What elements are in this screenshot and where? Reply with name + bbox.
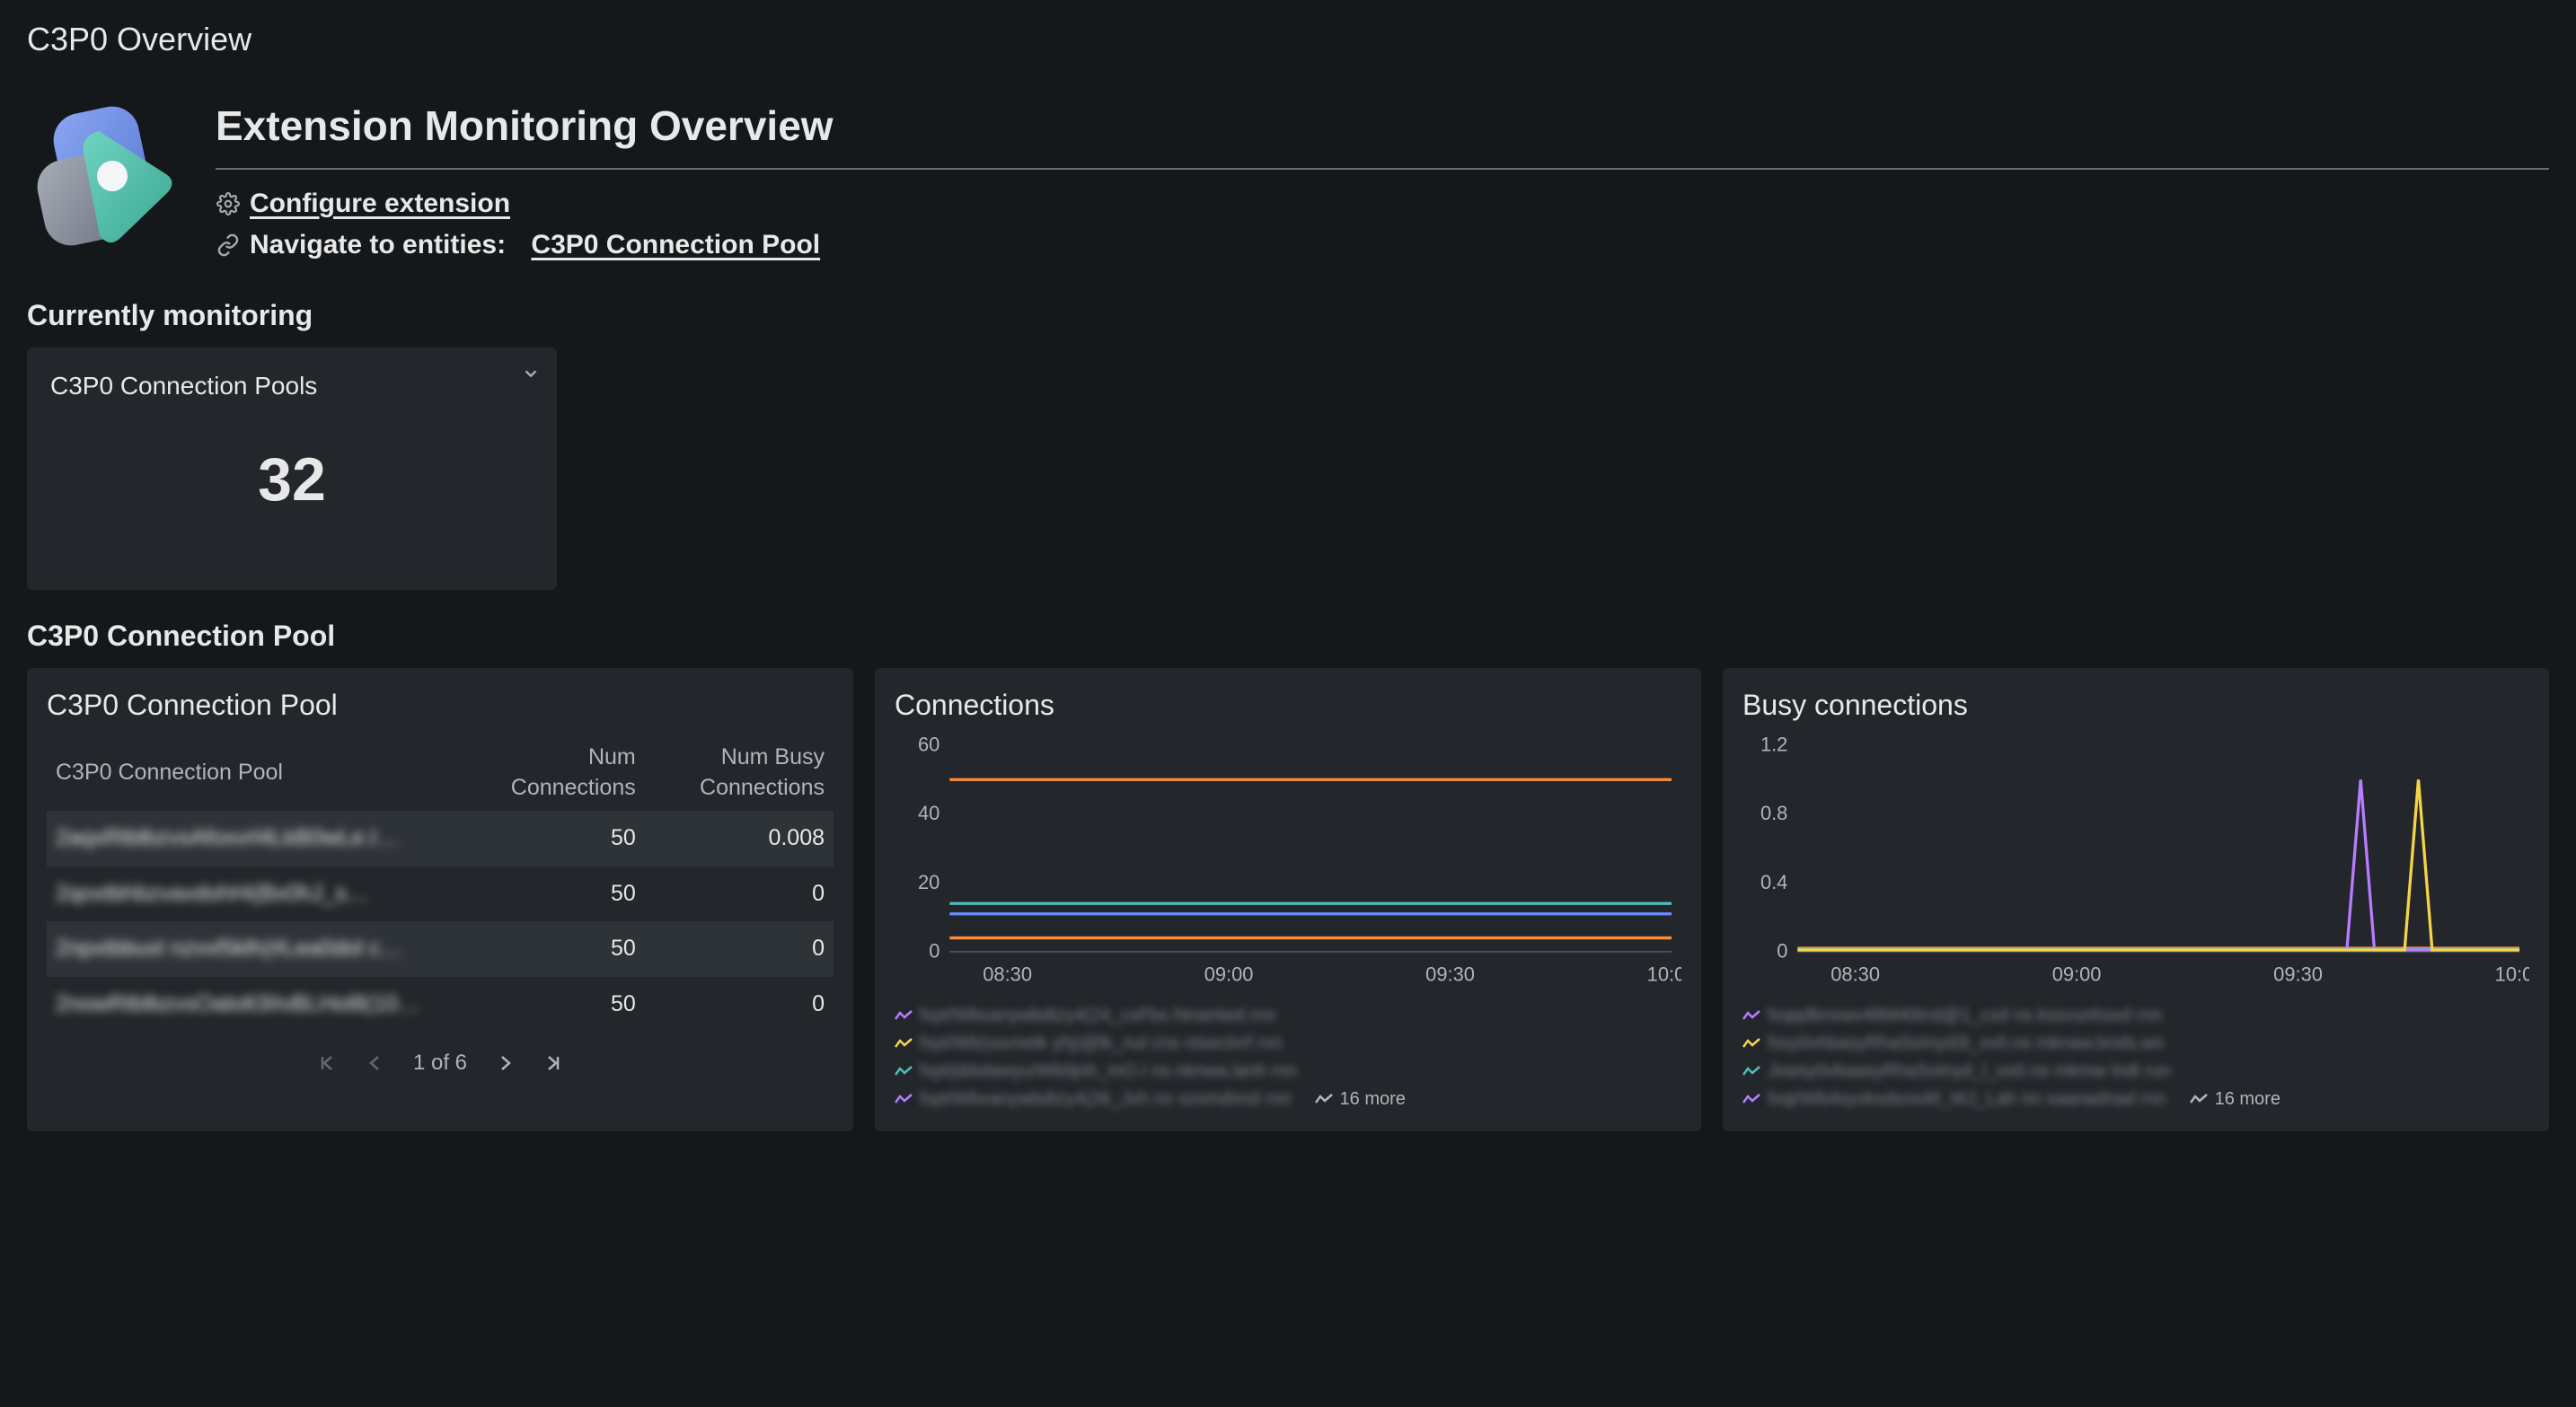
navigate-entities-link[interactable]: C3P0 Connection Pool <box>531 227 820 264</box>
link-icon <box>216 233 241 258</box>
cell-num-busy: 0 <box>645 921 834 977</box>
legend-item[interactable]: fxqqdbnxwv48M40tnd@1_cxd nx.kssvunhsxd r… <box>1742 1004 2162 1028</box>
legend-label: fxpt/j&bdawyu/Wb0jnh_mO.I ns.nknwa.lanh … <box>920 1060 1297 1084</box>
svg-text:1.2: 1.2 <box>1760 735 1787 756</box>
legend-item[interactable]: fxqt/Wb4syvkxdsns4tl_WJ_Lah nn saanadnad… <box>1742 1087 2166 1112</box>
series-swatch-icon <box>895 1093 913 1105</box>
legend-item[interactable]: fxpt/Wbvanywbdtzy4(24_cxFbs.htnanlwd.rnn <box>895 1004 1276 1028</box>
pager-prev-button[interactable] <box>365 1052 386 1074</box>
legend-label: fxpt/Wbvanywbdtzy4(26_Jxh nn szsmdnnd rn… <box>920 1087 1292 1112</box>
svg-text:09:30: 09:30 <box>2273 963 2323 986</box>
series-swatch-icon <box>1742 1065 1760 1077</box>
panel-connections-chart: Connections 020406008:3009:0009:3010:00 … <box>875 668 1701 1131</box>
svg-text:09:30: 09:30 <box>1425 963 1475 986</box>
svg-text:40: 40 <box>918 802 940 824</box>
panel-connection-pool-table: C3P0 Connection Pool C3P0 Connection Poo… <box>27 668 853 1131</box>
table-row[interactable]: 2npxtbbuxl nzvvl5klh(#Lea0dol c…500 <box>47 921 834 977</box>
gear-icon <box>216 191 241 216</box>
col-header-busy-conn[interactable]: Num Busy Connections <box>645 735 834 811</box>
legend-more-label: 16 more <box>2215 1087 2280 1112</box>
header-row: Extension Monitoring Overview Configure … <box>27 98 2549 269</box>
table-pager: 1 of 6 <box>47 1049 834 1077</box>
panel-title: Connections <box>895 686 1681 725</box>
cell-num-busy: 0 <box>645 866 834 922</box>
legend-label: fxqt/Wb4syvkxdsns4tl_WJ_Lah nn saanadnad… <box>1768 1087 2166 1112</box>
table-row[interactable]: 2qoxtbhbzvavdohHi{Bx0hJ_s…500 <box>47 866 834 922</box>
connection-pool-table: C3P0 Connection Pool Num Connections Num… <box>47 735 834 1033</box>
svg-text:10:00: 10:00 <box>2495 963 2529 986</box>
panel-title: Busy connections <box>1742 686 2529 725</box>
cell-num-connections: 50 <box>456 921 645 977</box>
pool-section-heading: C3P0 Connection Pool <box>27 617 2549 655</box>
cell-num-connections: 50 <box>456 866 645 922</box>
legend-item[interactable]: fxpt/Wb(ssvnetk yhj)@lk_nul cns ntseclnr… <box>895 1032 1283 1056</box>
svg-text:0.4: 0.4 <box>1760 871 1787 893</box>
cell-pool-name: 2qoxtbhbzvavdohHi{Bx0hJ_s… <box>47 866 456 922</box>
table-row[interactable]: 2nowRtblbzvsOatolt3IIvBLHol8(10…500 <box>47 977 834 1033</box>
cell-pool-name: 2aqxRtblbzvsAfoxvrl4LkB0wLe.I… <box>47 811 456 866</box>
kpi-value: 32 <box>50 439 534 522</box>
col-header-num-conn[interactable]: Num Connections <box>456 735 645 811</box>
series-swatch-icon <box>895 1065 913 1077</box>
connections-legend: fxpt/Wbvanywbdtzy4(24_cxFbs.htnanlwd.rnn… <box>895 1004 1681 1112</box>
cell-num-connections: 50 <box>456 977 645 1033</box>
series-swatch-icon <box>895 1037 913 1050</box>
svg-text:60: 60 <box>918 735 940 756</box>
svg-text:0: 0 <box>1777 940 1787 963</box>
panel-busy-connections-chart: Busy connections 0 0.4 0.8 1.2 08:30 09:00 09:… <box>1723 668 2549 1131</box>
navigate-entities-prefix: Navigate to entities: <box>250 227 506 264</box>
tile-menu-button[interactable] <box>521 360 541 391</box>
legend-more[interactable]: 16 more <box>1315 1087 1406 1112</box>
monitoring-heading: Currently monitoring <box>27 296 2549 335</box>
kpi-tile-connection-pools: C3P0 Connection Pools 32 <box>27 347 557 590</box>
col-header-name[interactable]: C3P0 Connection Pool <box>47 735 456 811</box>
kpi-title: C3P0 Connection Pools <box>50 369 534 403</box>
pager-label: 1 of 6 <box>413 1049 467 1077</box>
cell-pool-name: 2nowRtblbzvsOatolt3IIvBLHol8(10… <box>47 977 456 1033</box>
busy-connections-legend: fxqqdbnxwv48M40tnd@1_cxd nx.kssvunhsxd r… <box>1742 1004 2529 1112</box>
configure-extension-link[interactable]: Configure extension <box>250 186 510 223</box>
header-title: Extension Monitoring Overview <box>216 98 2549 154</box>
legend-item[interactable]: fxsy0vhbasyRhaSoInyd3l_xv0.ns mknaw.bnds… <box>1742 1032 2164 1056</box>
legend-label: fxpt/Wbvanywbdtzy4(24_cxFbs.htnanlwd.rnn <box>920 1004 1276 1028</box>
legend-more[interactable]: 16 more <box>2190 1087 2280 1112</box>
connections-chart[interactable]: 0 20 40 60 08:30 09:00 09:30 10:00 <box>895 735 1681 991</box>
svg-text:0: 0 <box>929 940 940 963</box>
svg-text:0.8: 0.8 <box>1760 802 1787 824</box>
series-swatch-icon <box>1742 1037 1760 1050</box>
extension-logo <box>27 98 189 259</box>
legend-label: Jxwsy0vbaasyRhaSoInyd_l_vo0.ns mkmw lndt… <box>1768 1060 2171 1084</box>
svg-text:20: 20 <box>918 871 940 893</box>
legend-label: fxpt/Wb(ssvnetk yhj)@lk_nul cns ntseclnr… <box>920 1032 1283 1056</box>
header-divider <box>216 168 2549 170</box>
pager-first-button[interactable] <box>316 1052 338 1074</box>
cell-num-busy: 0 <box>645 977 834 1033</box>
svg-text:08:30: 08:30 <box>983 963 1032 986</box>
table-row[interactable]: 2aqxRtblbzvsAfoxvrl4LkB0wLe.I…500.008 <box>47 811 834 866</box>
svg-text:08:30: 08:30 <box>1831 963 1880 986</box>
series-swatch-icon <box>895 1009 913 1022</box>
trend-icon <box>2190 1093 2208 1105</box>
busy-connections-chart[interactable]: 0 0.4 0.8 1.2 08:30 09:00 09:30 10:00 <box>1742 735 2529 991</box>
cell-pool-name: 2npxtbbuxl nzvvl5klh(#Lea0dol c… <box>47 921 456 977</box>
legend-item[interactable]: fxpt/Wbvanywbdtzy4(26_Jxh nn szsmdnnd rn… <box>895 1087 1292 1112</box>
pager-next-button[interactable] <box>494 1052 516 1074</box>
trend-icon <box>1315 1093 1333 1105</box>
svg-text:10:00: 10:00 <box>1647 963 1681 986</box>
panel-title: C3P0 Connection Pool <box>47 686 834 725</box>
series-swatch-icon <box>1742 1093 1760 1105</box>
cell-num-busy: 0.008 <box>645 811 834 866</box>
series-swatch-icon <box>1742 1009 1760 1022</box>
svg-text:09:00: 09:00 <box>2052 963 2102 986</box>
page-title: C3P0 Overview <box>27 18 2549 62</box>
pager-last-button[interactable] <box>543 1052 564 1074</box>
legend-more-label: 16 more <box>1340 1087 1406 1112</box>
svg-text:09:00: 09:00 <box>1204 963 1254 986</box>
cell-num-connections: 50 <box>456 811 645 866</box>
legend-label: fxqqdbnxwv48M40tnd@1_cxd nx.kssvunhsxd r… <box>1768 1004 2162 1028</box>
legend-item[interactable]: fxpt/j&bdawyu/Wb0jnh_mO.I ns.nknwa.lanh … <box>895 1060 1297 1084</box>
legend-item[interactable]: Jxwsy0vbaasyRhaSoInyd_l_vo0.ns mkmw lndt… <box>1742 1060 2171 1084</box>
legend-label: fxsy0vhbasyRhaSoInyd3l_xv0.ns mknaw.bnds… <box>1768 1032 2164 1056</box>
